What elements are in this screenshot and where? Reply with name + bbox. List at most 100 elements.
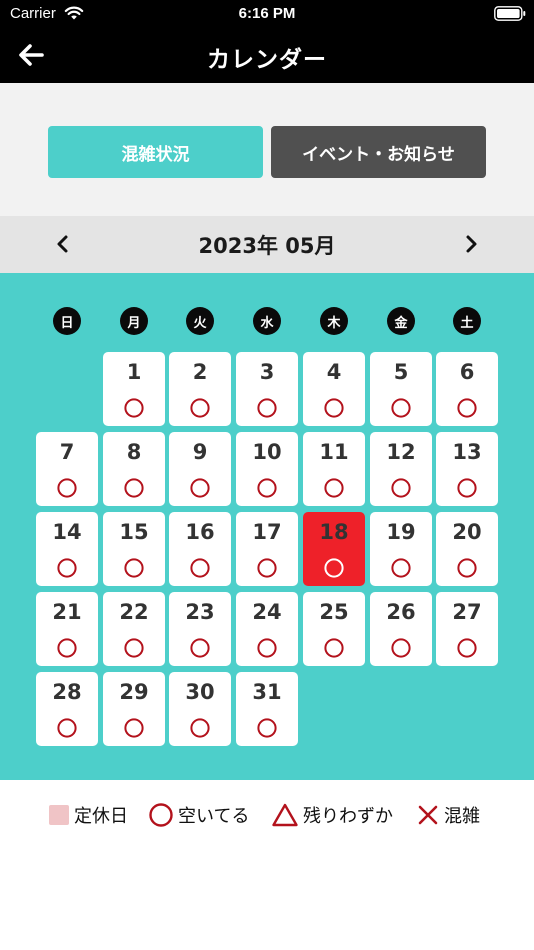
tab-events-news[interactable]: イベント・お知らせ xyxy=(271,126,486,178)
circle-icon xyxy=(124,478,144,498)
calendar-day[interactable]: 5 xyxy=(370,352,432,426)
circle-icon xyxy=(124,558,144,578)
day-number: 25 xyxy=(319,600,349,624)
calendar-day[interactable]: 3 xyxy=(236,352,298,426)
app-header: Carrier 6:16 PM カレンダー xyxy=(0,0,534,83)
day-number: 17 xyxy=(252,520,282,544)
legend-open: 空いてる xyxy=(148,802,249,828)
calendar-day[interactable]: 4 xyxy=(303,352,365,426)
day-number: 12 xyxy=(386,440,416,464)
calendar-day-today[interactable]: 18 xyxy=(303,512,365,586)
circle-icon xyxy=(190,718,210,738)
month-navigator: 2023年 05月 xyxy=(0,216,534,273)
calendar-day[interactable]: 22 xyxy=(103,592,165,666)
circle-icon xyxy=(324,398,344,418)
calendar-day[interactable]: 7 xyxy=(36,432,98,506)
calendar-day[interactable]: 17 xyxy=(236,512,298,586)
calendar-day[interactable]: 27 xyxy=(436,592,498,666)
calendar-day[interactable]: 20 xyxy=(436,512,498,586)
weekday-header: 火 xyxy=(186,307,214,335)
day-number: 23 xyxy=(185,600,215,624)
day-number: 3 xyxy=(259,360,275,384)
month-title: 2023年 05月 xyxy=(198,234,336,258)
status-bar: Carrier 6:16 PM xyxy=(0,0,534,28)
calendar-day[interactable]: 30 xyxy=(169,672,231,746)
circle-icon xyxy=(124,638,144,658)
calendar-day[interactable]: 25 xyxy=(303,592,365,666)
day-number: 28 xyxy=(52,680,82,704)
circle-icon xyxy=(391,478,411,498)
circle-icon xyxy=(190,398,210,418)
day-number: 24 xyxy=(252,600,282,624)
calendar-day[interactable]: 19 xyxy=(370,512,432,586)
circle-icon xyxy=(124,398,144,418)
day-number: 19 xyxy=(386,520,416,544)
day-number: 1 xyxy=(126,360,142,384)
calendar-day[interactable]: 29 xyxy=(103,672,165,746)
day-number: 13 xyxy=(452,440,482,464)
weekday-header: 水 xyxy=(253,307,281,335)
calendar-day[interactable]: 28 xyxy=(36,672,98,746)
calendar-day[interactable]: 15 xyxy=(103,512,165,586)
calendar-day[interactable]: 10 xyxy=(236,432,298,506)
day-number: 30 xyxy=(185,680,215,704)
circle-icon xyxy=(324,558,344,578)
weekday-header: 月 xyxy=(120,307,148,335)
calendar-day[interactable]: 9 xyxy=(169,432,231,506)
calendar-day[interactable]: 12 xyxy=(370,432,432,506)
legend-few-label: 残りわずか xyxy=(303,806,393,827)
circle-icon xyxy=(457,478,477,498)
calendar-day[interactable]: 1 xyxy=(103,352,165,426)
legend-crowded-label: 混雑 xyxy=(444,806,480,827)
tab-congestion-status[interactable]: 混雑状況 xyxy=(48,126,263,178)
circle-icon xyxy=(57,478,77,498)
circle-icon xyxy=(391,638,411,658)
calendar-day[interactable]: 11 xyxy=(303,432,365,506)
calendar-day[interactable]: 8 xyxy=(103,432,165,506)
legend-crowded: 混雑 xyxy=(416,802,480,828)
circle-icon xyxy=(257,718,277,738)
calendar-day[interactable]: 14 xyxy=(36,512,98,586)
circle-icon xyxy=(190,638,210,658)
calendar-grid: 日月火水木金土 1 2 3 4 5 6 7 8 9 10 11 12 13 14 15 16 17 18 19 20 21… xyxy=(0,273,534,780)
circle-icon xyxy=(391,558,411,578)
calendar-day[interactable]: 31 xyxy=(236,672,298,746)
calendar-day[interactable]: 24 xyxy=(236,592,298,666)
circle-icon xyxy=(257,398,277,418)
day-number: 29 xyxy=(119,680,149,704)
circle-icon xyxy=(391,398,411,418)
day-number: 7 xyxy=(59,440,75,464)
calendar-day[interactable]: 26 xyxy=(370,592,432,666)
day-number: 6 xyxy=(459,360,475,384)
legend-closed: 定休日 xyxy=(48,802,128,828)
calendar-day[interactable]: 2 xyxy=(169,352,231,426)
circle-icon xyxy=(57,638,77,658)
battery-icon xyxy=(494,6,526,21)
day-number: 31 xyxy=(252,680,282,704)
legend-closed-label: 定休日 xyxy=(74,806,128,827)
day-number: 11 xyxy=(319,440,349,464)
calendar-day[interactable]: 13 xyxy=(436,432,498,506)
circle-icon xyxy=(190,558,210,578)
status-time: 6:16 PM xyxy=(238,5,296,22)
day-number: 16 xyxy=(185,520,215,544)
weekday-header: 土 xyxy=(453,307,481,335)
calendar-day[interactable]: 23 xyxy=(169,592,231,666)
day-number: 5 xyxy=(393,360,409,384)
circle-icon xyxy=(324,478,344,498)
day-number: 9 xyxy=(192,440,208,464)
calendar-day[interactable]: 16 xyxy=(169,512,231,586)
circle-icon xyxy=(257,638,277,658)
calendar-day[interactable]: 21 xyxy=(36,592,98,666)
tab-bar: 混雑状況 イベント・お知らせ xyxy=(0,83,534,216)
day-number: 20 xyxy=(452,520,482,544)
weekday-header: 日 xyxy=(53,307,81,335)
calendar-day[interactable]: 6 xyxy=(436,352,498,426)
cross-icon xyxy=(418,805,438,825)
circle-icon xyxy=(457,558,477,578)
circle-icon xyxy=(57,558,77,578)
circle-icon xyxy=(149,803,173,827)
circle-icon xyxy=(257,558,277,578)
day-number: 18 xyxy=(319,520,349,544)
chevron-right-icon[interactable] xyxy=(458,231,484,257)
